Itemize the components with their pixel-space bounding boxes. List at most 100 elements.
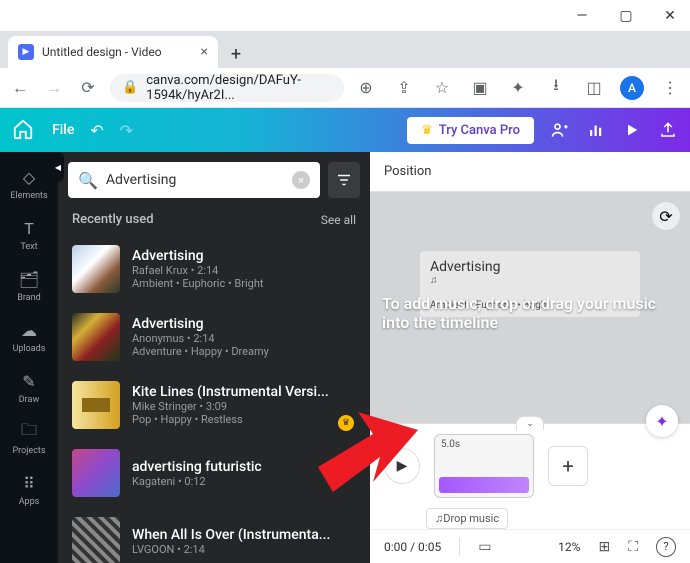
search-clear-icon[interactable]: × xyxy=(292,171,310,189)
reload-button[interactable]: ⟳ xyxy=(76,76,100,100)
projects-icon: 🗀 xyxy=(18,421,40,443)
browser-tab-strip: ▶ Untitled design - Video × + xyxy=(0,32,690,68)
drop-music-slot[interactable]: ♫Drop music xyxy=(426,508,508,529)
audio-track[interactable]: advertising futuristicKagateni • 0:12 xyxy=(68,439,360,507)
music-note-icon: ♫ xyxy=(430,275,630,286)
track-thumbnail xyxy=(72,517,120,563)
help-button[interactable]: ? xyxy=(656,537,676,557)
see-all-link[interactable]: See all xyxy=(321,213,356,227)
bookmark-icon[interactable]: ☆ xyxy=(430,76,454,100)
filter-button[interactable] xyxy=(328,162,360,198)
rail-brand[interactable]: 🗂 Brand xyxy=(17,268,40,303)
search-icon: 🔍 xyxy=(78,171,98,190)
timeline-expand-icon[interactable]: ⌄ xyxy=(516,416,544,430)
grid-view-icon[interactable]: ⊞ xyxy=(598,539,610,555)
tab-close-icon[interactable]: × xyxy=(201,44,208,60)
track-meta: LVGOON • 2:14 xyxy=(132,543,356,556)
window-minimize-icon[interactable]: — xyxy=(570,4,594,28)
track-tags: Adventure • Happy • Dreamy xyxy=(132,345,356,358)
drop-hint-text: To add music, drop or drag your music in… xyxy=(370,294,690,332)
apps-icon: ⠿ xyxy=(18,472,40,494)
section-title: Recently used xyxy=(72,212,154,227)
forward-button: → xyxy=(42,76,66,100)
browser-tab[interactable]: ▶ Untitled design - Video × xyxy=(8,36,218,68)
share-icon[interactable]: ⇪ xyxy=(392,76,416,100)
uploads-icon: ☁ xyxy=(18,319,40,341)
present-button[interactable] xyxy=(622,120,642,140)
track-title: Advertising xyxy=(132,316,356,332)
collaborators-icon[interactable] xyxy=(550,120,570,140)
undo-button[interactable]: ↶ xyxy=(90,121,103,140)
back-button[interactable]: ← xyxy=(8,76,32,100)
zoom-level[interactable]: 12% xyxy=(558,540,580,554)
rail-text[interactable]: T Text xyxy=(18,217,40,252)
crown-icon: ♛ xyxy=(421,123,433,138)
zoom-icon[interactable]: ⊕ xyxy=(354,76,378,100)
timeline-play-button[interactable]: ▶ xyxy=(384,448,420,484)
rail-elements[interactable]: ◇ Elements xyxy=(10,166,47,201)
track-meta: Kagateni • 0:12 xyxy=(132,475,356,488)
track-thumbnail xyxy=(72,449,120,497)
track-thumbnail xyxy=(72,245,120,293)
profile-avatar[interactable]: A xyxy=(620,76,644,100)
timeline-clip[interactable]: 5.0s xyxy=(434,434,534,498)
track-meta: Anonymus • 2:14 xyxy=(132,332,356,345)
track-title: Kite Lines (Instrumental Versi... xyxy=(132,384,356,400)
new-tab-button[interactable]: + xyxy=(222,40,250,68)
notes-icon[interactable]: ▭ xyxy=(478,539,491,555)
canvas-refresh-icon[interactable]: ⟳ xyxy=(652,202,680,230)
draw-icon: ✎ xyxy=(18,370,40,392)
rail-collapse-icon[interactable]: ◀ xyxy=(52,152,64,182)
timecode: 0:00 / 0:05 xyxy=(384,540,441,554)
tab-title: Untitled design - Video xyxy=(42,45,162,59)
track-tags: Ambient • Euphoric • Bright xyxy=(132,277,356,290)
track-list: AdvertisingRafael Krux • 2:14Ambient • E… xyxy=(58,235,370,563)
window-close-icon[interactable]: ✕ xyxy=(658,4,682,28)
position-button[interactable]: Position xyxy=(370,152,690,192)
audio-track[interactable]: AdvertisingRafael Krux • 2:14Ambient • E… xyxy=(68,235,360,303)
rail-projects[interactable]: 🗀 Projects xyxy=(13,421,46,456)
editor-area: Position ⟳ Advertising ♫ Ambient • Eupho… xyxy=(370,152,690,563)
home-button[interactable] xyxy=(12,118,36,142)
rail-apps[interactable]: ⠿ Apps xyxy=(18,472,40,507)
canva-favicon-icon: ▶ xyxy=(18,44,34,60)
try-canva-pro-button[interactable]: ♛ Try Canva Pro xyxy=(407,117,534,144)
audio-track[interactable]: Kite Lines (Instrumental Versi...Mike St… xyxy=(68,371,360,439)
app-header: File ↶ ↷ ♛ Try Canva Pro xyxy=(0,108,690,152)
canvas-view[interactable]: ⟳ Advertising ♫ Ambient • Euphoric • Bri… xyxy=(370,192,690,423)
track-title: advertising futuristic xyxy=(132,459,356,475)
audio-waveform-icon xyxy=(439,477,529,493)
track-thumbnail xyxy=(72,381,120,429)
extensions-puzzle-icon[interactable]: ✦ xyxy=(506,76,530,100)
redo-button: ↷ xyxy=(120,121,133,140)
pro-badge-icon: ♛ xyxy=(338,415,354,431)
search-box[interactable]: 🔍 × xyxy=(68,162,320,198)
sidepanel-icon[interactable]: ◫ xyxy=(582,76,606,100)
track-tags: Pop • Happy • Restless xyxy=(132,413,356,426)
analytics-icon[interactable] xyxy=(586,120,606,140)
track-title: Advertising xyxy=(132,248,356,264)
search-input[interactable] xyxy=(106,172,284,188)
extension-icon[interactable]: ▣ xyxy=(468,76,492,100)
rail-draw[interactable]: ✎ Draw xyxy=(18,370,40,405)
rail-uploads[interactable]: ☁ Uploads xyxy=(13,319,46,354)
magic-button[interactable]: ✦ xyxy=(646,405,678,437)
browser-menu-icon[interactable]: ⋮ xyxy=(658,76,682,100)
audio-track[interactable]: AdvertisingAnonymus • 2:14Adventure • Ha… xyxy=(68,303,360,371)
audio-track[interactable]: When All Is Over (Instrumenta...LVGOON •… xyxy=(68,507,360,563)
brand-icon: 🗂 xyxy=(18,268,40,290)
track-thumbnail xyxy=(72,313,120,361)
elements-icon: ◇ xyxy=(18,166,40,188)
download-icon[interactable]: ⭳ xyxy=(544,76,568,100)
site-info-icon[interactable]: 🔒 xyxy=(122,80,138,95)
fullscreen-icon[interactable]: ⛶ xyxy=(628,539,638,555)
side-rail: ◀ ◇ Elements T Text 🗂 Brand ☁ Uploads ✎ … xyxy=(0,152,58,563)
share-button[interactable] xyxy=(658,120,678,140)
add-page-button[interactable]: + xyxy=(548,446,588,486)
file-menu[interactable]: File xyxy=(52,122,74,138)
text-icon: T xyxy=(18,217,40,239)
timeline: ⌄ ▶ 5.0s + ♫Drop music 0:00 / 0:05 ▭ xyxy=(370,423,690,563)
track-meta: Mike Stringer • 3:09 xyxy=(132,400,356,413)
window-maximize-icon[interactable]: ▢ xyxy=(614,4,638,28)
address-bar[interactable]: 🔒 canva.com/design/DAFuY-1594k/hyAr2I... xyxy=(110,74,344,102)
